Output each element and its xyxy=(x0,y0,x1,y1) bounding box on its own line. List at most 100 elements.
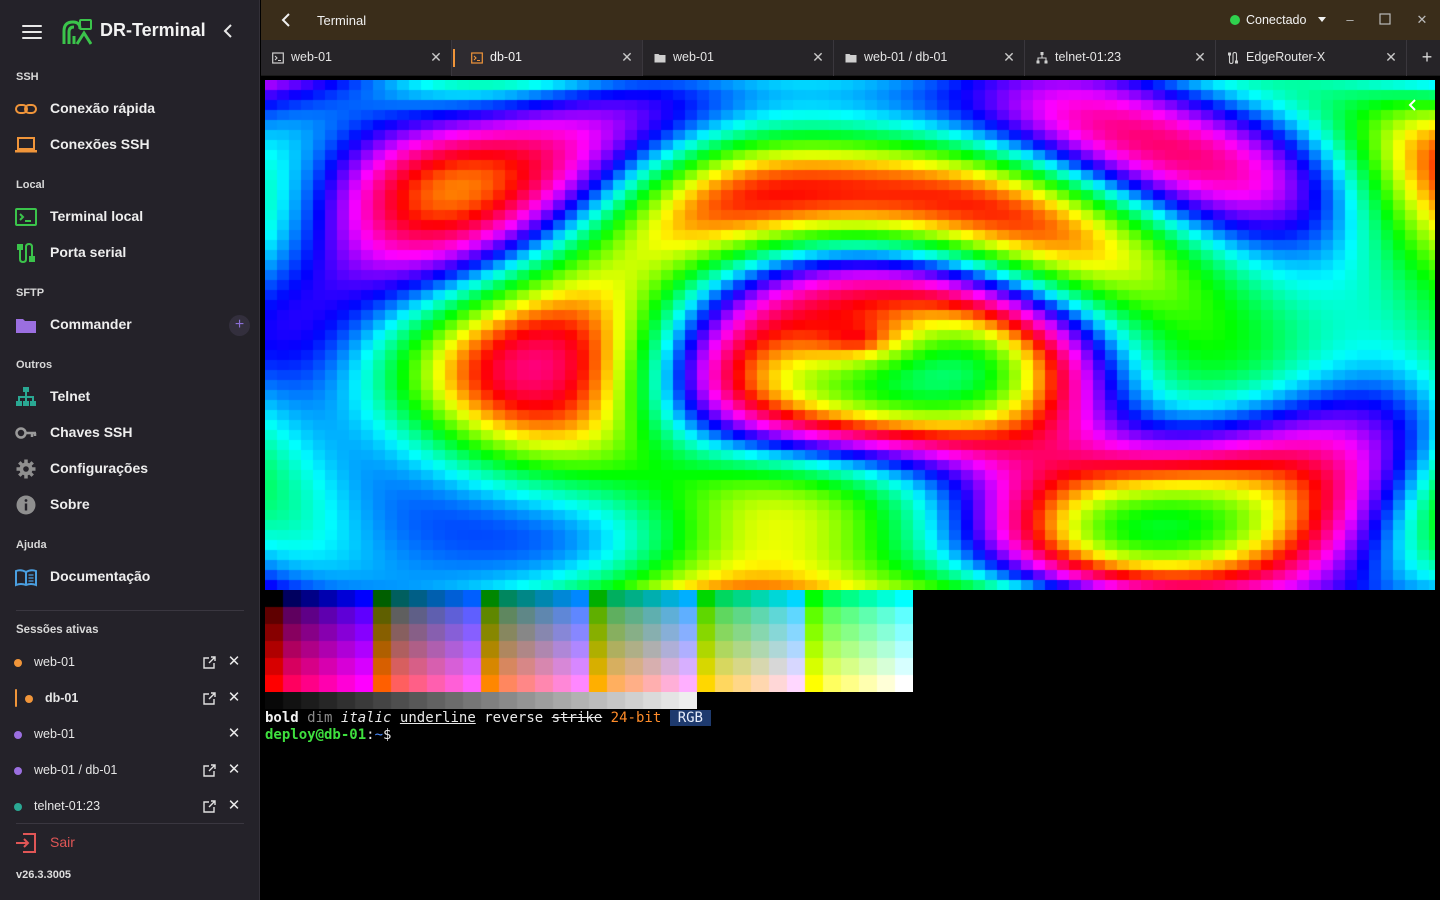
session-item[interactable]: web-01 / db-01 ✕ xyxy=(0,753,259,789)
close-session-icon[interactable]: ✕ xyxy=(227,798,241,814)
sidebar-item-commander[interactable]: Commander + xyxy=(0,307,259,343)
style-underline: underline xyxy=(399,710,476,726)
section-label-outros: Outros xyxy=(16,359,53,371)
section-label-sftp: SFTP xyxy=(16,287,45,299)
window-close-icon[interactable]: ✕ xyxy=(1415,12,1429,28)
tab-label: db-01 xyxy=(490,50,522,64)
style-reverse: reverse xyxy=(484,710,544,726)
logout-icon xyxy=(16,833,36,853)
style-rgb-badge: RGB xyxy=(669,710,711,726)
tab-edgerouter[interactable]: EdgeRouter-X ✕ xyxy=(1216,40,1407,76)
prompt-separator: : xyxy=(366,727,375,743)
session-status-dot xyxy=(25,695,33,703)
session-item-active[interactable]: db-01 ✕ xyxy=(0,681,259,717)
sidebar-divider xyxy=(16,823,244,824)
sidebar-item-label: Terminal local xyxy=(50,208,144,224)
close-session-icon[interactable]: ✕ xyxy=(227,654,241,670)
style-strike: strike xyxy=(551,710,603,726)
tab-close-icon[interactable]: ✕ xyxy=(812,50,824,64)
truecolor-plasma-output xyxy=(265,80,1435,590)
session-item[interactable]: web-01 ✕ xyxy=(0,645,259,681)
sidebar-item-ssh-keys[interactable]: Chaves SSH xyxy=(0,415,259,451)
caret-down-icon xyxy=(1318,17,1326,22)
open-external-icon[interactable] xyxy=(203,764,216,777)
terminal-icon xyxy=(471,52,483,64)
prompt-symbol: $ xyxy=(383,727,392,743)
session-item[interactable]: web-01 ✕ xyxy=(0,717,259,753)
network-icon xyxy=(16,387,36,406)
tab-label: web-01 / db-01 xyxy=(864,50,948,64)
close-session-icon[interactable]: ✕ xyxy=(227,762,241,778)
open-external-icon[interactable] xyxy=(203,692,216,705)
sidebar-item-settings[interactable]: Configurações xyxy=(0,451,259,487)
sidebar-item-about[interactable]: Sobre xyxy=(0,487,259,523)
tab-close-icon[interactable]: ✕ xyxy=(1003,50,1015,64)
sidebar: DR-Terminal SSH Conexão rápida Conexões … xyxy=(0,0,260,900)
panel-collapse-chevron-icon[interactable] xyxy=(1405,97,1419,113)
section-label-ssh: SSH xyxy=(16,71,39,83)
close-session-icon[interactable]: ✕ xyxy=(227,726,241,742)
maximize-icon[interactable] xyxy=(1379,13,1391,25)
open-external-icon[interactable] xyxy=(203,656,216,669)
session-name: web-01 / db-01 xyxy=(34,763,118,777)
session-status-dot xyxy=(14,803,22,811)
tab-close-icon[interactable]: ✕ xyxy=(621,50,633,64)
style-dim: dim xyxy=(307,710,333,726)
session-status-dot xyxy=(14,731,22,739)
folder-icon xyxy=(654,54,666,63)
sidebar-item-label: Conexões SSH xyxy=(50,136,150,152)
text-style-demo-line: bold dim italic underline reverse strike… xyxy=(265,710,711,727)
hamburger-menu-icon[interactable] xyxy=(22,25,42,39)
sidebar-divider xyxy=(16,610,244,611)
tab-label: EdgeRouter-X xyxy=(1246,50,1326,64)
back-arrow-icon[interactable] xyxy=(279,12,293,28)
terminal-icon xyxy=(15,208,37,226)
sidebar-item-label: Telnet xyxy=(50,388,91,404)
close-session-icon[interactable]: ✕ xyxy=(227,690,241,706)
laptop-icon xyxy=(15,137,37,153)
serial-plug-icon xyxy=(17,243,35,263)
tab-close-icon[interactable]: ✕ xyxy=(1385,50,1397,64)
tab-telnet[interactable]: telnet-01:23 ✕ xyxy=(1025,40,1216,76)
style-bold: bold xyxy=(265,710,299,726)
active-indicator xyxy=(15,689,17,707)
style-24bit: 24-bit xyxy=(610,710,662,726)
tab-web-01-ssh[interactable]: web-01 ✕ xyxy=(261,40,452,76)
tab-close-icon[interactable]: ✕ xyxy=(1194,50,1206,64)
sidebar-item-label: Sobre xyxy=(50,496,90,512)
prompt-user-host: deploy@db-01 xyxy=(265,727,367,743)
terminal-viewport[interactable]: bold dim italic underline reverse strike… xyxy=(261,77,1440,900)
folder-icon xyxy=(845,54,857,63)
terminal-icon xyxy=(272,52,284,64)
sidebar-item-ssh-connections[interactable]: Conexões SSH xyxy=(0,127,259,163)
color-cube-256-palette xyxy=(265,590,913,692)
logout-label: Sair xyxy=(50,834,75,850)
new-tab-plus-icon[interactable]: + xyxy=(1419,48,1435,66)
sidebar-collapse-chevron-icon[interactable] xyxy=(218,21,238,41)
app-title: DR-Terminal xyxy=(100,20,206,40)
sidebar-item-documentation[interactable]: Documentação xyxy=(0,559,259,595)
add-commander-plus-icon[interactable]: + xyxy=(229,315,250,336)
tab-web-01-db-01[interactable]: web-01 / db-01 ✕ xyxy=(834,40,1025,76)
session-item[interactable]: telnet-01:23 ✕ xyxy=(0,789,259,825)
tab-web-01-sftp[interactable]: web-01 ✕ xyxy=(643,40,834,76)
shell-prompt[interactable]: deploy@db-01:~$ xyxy=(265,727,391,744)
tab-db-01[interactable]: db-01 ✕ xyxy=(452,40,643,76)
sidebar-item-serial-port[interactable]: Porta serial xyxy=(0,235,259,271)
active-tab-indicator xyxy=(453,49,455,67)
section-label-local: Local xyxy=(16,179,45,191)
tab-close-icon[interactable]: ✕ xyxy=(430,50,442,64)
sidebar-item-local-terminal[interactable]: Terminal local xyxy=(0,199,259,235)
sidebar-item-quick-connect[interactable]: Conexão rápida xyxy=(0,91,259,127)
session-status-dot xyxy=(14,767,22,775)
open-external-icon[interactable] xyxy=(203,800,216,813)
sidebar-item-telnet[interactable]: Telnet xyxy=(0,379,259,415)
logout-button[interactable]: Sair xyxy=(0,828,259,858)
minimize-icon[interactable]: – xyxy=(1343,12,1357,28)
sidebar-item-label: Documentação xyxy=(50,568,151,584)
window-title: Terminal xyxy=(317,13,367,28)
sidebar-item-label: Commander xyxy=(50,316,132,332)
status-dot xyxy=(1230,15,1240,25)
tab-label: web-01 xyxy=(673,50,714,64)
key-icon xyxy=(15,427,37,439)
